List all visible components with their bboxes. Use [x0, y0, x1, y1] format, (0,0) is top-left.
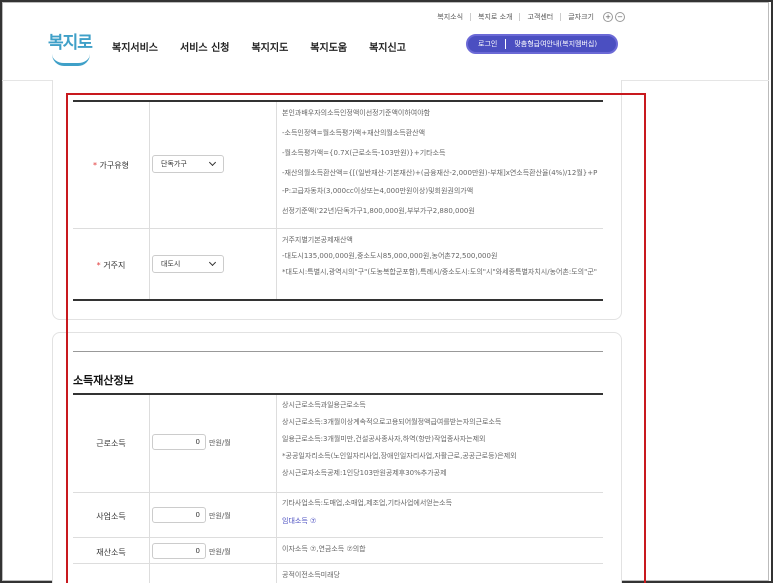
util-link-about[interactable]: 복지로 소개 [470, 13, 519, 21]
household-desc-line: -월소득평가액={0.7X(근로소득-103만원)}+기타소득 [282, 149, 446, 157]
residence-label: * 거주지 [73, 260, 149, 271]
household-desc-line: 선정기준액('22년)단독가구1,800,000원,부부가구2,880,000원 [282, 207, 475, 215]
household-type-value: 단독가구 [161, 160, 187, 168]
section-top-border [73, 351, 603, 352]
residence-desc: 거주지별기본공제재산액 -대도시135,000,000원,중소도시85,000,… [282, 235, 604, 277]
earned-desc-line: 상시근로소득과일용근로소득 [282, 401, 366, 409]
business-income-desc: 기타사업소득:도매업,소매업,제조업,기타사업에서얻는소득 임대소득 ⑦ [282, 498, 604, 526]
earned-income-unit: 만원/월 [209, 439, 231, 447]
residence-select[interactable]: 대도시 [152, 255, 224, 273]
login-separator [505, 39, 507, 49]
row-divider [73, 563, 603, 564]
household-type-label: * 가구유형 [73, 160, 149, 171]
earned-desc-line: 일용근로소득:3개월미만,건설공사종사자,하역(항만)작업종사자는제외 [282, 435, 486, 443]
earned-income-desc: 상시근로소득과일용근로소득 상시근로소득:3개월이상계속적으로고용되어월정액급여… [282, 400, 604, 478]
required-mark: * [96, 261, 101, 270]
col-divider [276, 102, 277, 300]
required-mark: * [93, 161, 97, 170]
property-income-label: 재산소득 [96, 548, 126, 557]
earned-desc-line: 상시근로소득:3개월이상계속적으로고용되어월정액급여를받는자의근로소득 [282, 418, 502, 426]
col-divider [149, 395, 150, 583]
logo-text: 복지로 [48, 33, 93, 53]
household-type-text: 가구유형 [99, 161, 129, 170]
main-nav: 복지서비스 서비스 신청 복지지도 복지도움 복지신고 [112, 39, 406, 54]
logo-smile-icon [52, 54, 90, 66]
household-desc-line: -소득인정액=월소득평가액+재산의월소득환산액 [282, 129, 426, 137]
row-divider [73, 228, 603, 229]
table-bottom-border [73, 299, 603, 301]
household-type-select[interactable]: 단독가구 [152, 155, 224, 173]
residence-value: 대도시 [161, 260, 181, 268]
table-top-border [73, 100, 603, 102]
login-pill: 로그인 맞춤형급여안내(복지멤버십) [466, 34, 618, 54]
nav-welfare-services[interactable]: 복지서비스 [112, 39, 158, 54]
util-link-support[interactable]: 고객센터 [519, 13, 560, 21]
row-divider [73, 537, 603, 538]
benefit-guide-button[interactable]: 맞춤형급여안내(복지멤버십) [514, 39, 597, 49]
earned-income-input[interactable]: 0 [152, 434, 206, 450]
property-income-desc: 이자소득 ⑦,연금소득 ⑦의합 [282, 545, 366, 553]
font-plus-icon[interactable]: + [603, 12, 613, 22]
earned-desc-line: *공공일자리소득(노인일자리사업,장애인일자리사업,자활근로,공공근로등)은제외 [282, 452, 517, 460]
col-divider [149, 102, 150, 300]
residence-desc-line: 거주지별기본공제재산액 [282, 236, 353, 244]
earned-income-label: 근로소득 [96, 439, 126, 448]
earned-desc-line: 상시근로자소득공제:1인당103만원공제후30%추가공제 [282, 469, 447, 477]
util-font-size-label: 글자크기 [560, 13, 601, 21]
business-income-input[interactable]: 0 [152, 507, 206, 523]
section-title: 소득재산정보 [73, 374, 134, 387]
household-desc-line: 본인과배우자의소득인정액이선정기준액이하여야함 [282, 109, 431, 117]
household-desc: 본인과배우자의소득인정액이선정기준액이하여야함 -소득인정액=월소득평가액+재산… [282, 108, 604, 216]
utility-bar: 복지소식 복지로 소개 고객센터 글자크기 + − [430, 12, 625, 22]
nav-welfare-report[interactable]: 복지신고 [369, 39, 406, 54]
business-desc-line: 기타사업소득:도매업,소매업,제조업,기타사업에서얻는소득 [282, 499, 453, 507]
util-link-news[interactable]: 복지소식 [430, 13, 470, 21]
residence-desc-line: -대도시135,000,000원,중소도시85,000,000원,농어촌72,5… [282, 252, 498, 260]
nav-welfare-help[interactable]: 복지도움 [310, 39, 347, 54]
household-desc-line: -P:고급자동차(3,000cc이상또는4,000만원이상)및회원권의가액 [282, 187, 474, 195]
nav-welfare-map[interactable]: 복지지도 [251, 39, 288, 54]
chevron-down-icon [208, 158, 217, 167]
income-table-top-border [73, 393, 603, 395]
rental-income-link[interactable]: 임대소득 ⑦ [282, 516, 604, 526]
nav-service-apply[interactable]: 서비스 신청 [180, 39, 229, 54]
site-logo[interactable]: 복지로 [48, 28, 94, 70]
font-minus-icon[interactable]: − [615, 12, 625, 22]
row-divider [73, 492, 603, 493]
chevron-down-icon [208, 258, 217, 267]
business-income-unit: 만원/월 [209, 512, 231, 520]
household-desc-line: -재산의월소득환산액={[(일반재산-기본재산)+(금융재산-2,000만원)-… [282, 169, 598, 177]
property-income-input[interactable]: 0 [152, 543, 206, 559]
residence-text: 거주지 [103, 261, 126, 270]
col-divider [276, 395, 277, 583]
business-income-label: 사업소득 [96, 512, 126, 521]
login-button[interactable]: 로그인 [478, 39, 497, 49]
public-transfer-desc: 공적이전소득미래당 [282, 571, 340, 579]
property-income-unit: 만원/월 [209, 548, 231, 556]
residence-desc-line: *대도시:특별시,광역시의"구"(도농복합군포함),특례시/중소도시:도의"시"… [282, 268, 598, 276]
